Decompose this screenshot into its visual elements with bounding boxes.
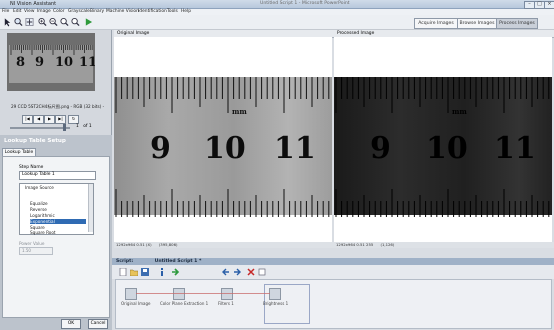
setup-body	[2, 156, 110, 318]
first-image-button[interactable]: |◀	[22, 115, 33, 124]
previous-image-button[interactable]: ◀	[33, 115, 44, 124]
ruler-digit: 9	[370, 131, 391, 166]
ruler-digit: 9	[150, 131, 171, 166]
page-indicator: 1 of 1	[76, 124, 92, 129]
original-top-ticks	[115, 77, 330, 113]
lookup-function-list[interactable]: Image Source Equalize Reverse Logarithmi…	[19, 183, 94, 235]
ruler-digit: 10	[204, 131, 246, 166]
list-item[interactable]: Square Root	[30, 230, 56, 235]
page-of: of 1	[83, 124, 92, 129]
power-value-label: Power Value	[19, 241, 45, 246]
script-name: Untitled Script 1 *	[154, 259, 202, 264]
ruler-digit: 11	[274, 131, 316, 166]
list-item[interactable]: Logarithmic	[30, 213, 55, 218]
ruler-digit: 11	[494, 131, 536, 166]
script-toolbar	[112, 265, 554, 279]
edit-step-icon[interactable]	[258, 268, 266, 276]
ok-button[interactable]: OK	[61, 319, 81, 329]
selection-tool-icon[interactable]	[3, 17, 12, 27]
move-right-icon[interactable]	[233, 268, 241, 276]
zoom-in-icon[interactable]	[38, 17, 47, 27]
processed-image-info: 1292x964 0.51 255	[336, 242, 374, 247]
image-slider-track[interactable]	[10, 127, 70, 129]
info-icon[interactable]	[158, 268, 166, 276]
window-center-title: Untitled Script 1 - Microsoft PowerPoint	[260, 1, 350, 6]
zoom-fit-icon[interactable]	[60, 17, 69, 27]
cancel-button[interactable]: Cancel	[88, 319, 108, 329]
lookup-table-setup-panel: Lookup Table Setup Lookup Table Step Nam…	[0, 135, 112, 330]
last-image-button[interactable]: ▶|	[55, 115, 66, 124]
list-item-selected[interactable]: Exponential	[30, 219, 55, 224]
original-cursor-position: (395,806)	[158, 242, 178, 247]
toolbar: Acquire Images Browse Images Process Ima…	[0, 15, 554, 30]
original-image-info: 1292x964 0.51 (X)	[116, 242, 152, 247]
page-number: 1	[76, 124, 79, 129]
step-label: Original Image	[121, 301, 151, 306]
next-image-button[interactable]: ▶	[44, 115, 55, 124]
image-thumbnail[interactable]: 8 9 10 11	[7, 33, 95, 91]
processed-image-status: 1292x964 0.51 255 (1,126)	[334, 242, 554, 248]
list-item[interactable]: Reverse	[30, 207, 47, 212]
zoom-out-icon[interactable]	[49, 17, 58, 27]
step-name-field[interactable]: Lookup Table 1	[19, 171, 96, 180]
thumbnail-digit: 10	[55, 55, 74, 70]
tab-process-images[interactable]: Process Images	[496, 18, 538, 29]
step-name-label: Step Name	[19, 165, 44, 170]
left-panel: 8 9 10 11 29 CCD 5ST2CH4标尺图.png - RGB (3…	[0, 30, 112, 330]
list-item[interactable]: Image Source	[25, 185, 54, 190]
image-slider-thumb[interactable]	[63, 124, 66, 131]
pan-tool-icon[interactable]	[25, 17, 34, 27]
setup-title: Lookup Table Setup	[4, 138, 66, 144]
thumbnail-ruler-ticks	[10, 45, 93, 55]
original-image-status: 1292x964 0.51 (X) (395,806)	[114, 242, 334, 248]
thumbnail-digit: 9	[35, 55, 45, 70]
ruler-digit: 10	[426, 131, 468, 166]
delete-step-icon[interactable]	[247, 268, 255, 276]
processed-bottom-ticks	[335, 189, 550, 217]
processed-cursor-position: (1,126)	[380, 242, 395, 247]
save-script-icon[interactable]	[141, 268, 149, 276]
tab-acquire-images[interactable]: Acquire Images	[414, 18, 458, 29]
thumbnail-digit: 8	[16, 55, 26, 70]
script-label: Script:	[116, 259, 134, 264]
step-label: Color Plane Extraction 1	[160, 301, 209, 306]
open-script-icon[interactable]	[130, 268, 138, 276]
move-left-icon[interactable]	[222, 268, 230, 276]
list-scrollbar[interactable]	[88, 184, 93, 232]
script-title-bar: Script: Untitled Script 1 *	[112, 258, 554, 265]
list-item[interactable]: Equalize	[30, 201, 48, 206]
zoom-tool-icon[interactable]	[14, 17, 23, 27]
tab-browse-images[interactable]: Browse Images	[457, 18, 497, 29]
processed-image-view[interactable]: mm 9 10 11	[334, 37, 552, 242]
title-bar: NI Vision Assistant Untitled Script 1 - …	[0, 0, 554, 9]
step-label: Brightness 1	[263, 301, 289, 306]
ruler-unit: mm	[232, 107, 247, 116]
step-label: Filters 1	[218, 301, 234, 306]
original-image-view[interactable]: mm 9 10 11	[114, 37, 332, 242]
script-step-brightness[interactable]	[269, 288, 281, 300]
zoom-actual-icon[interactable]	[71, 17, 80, 27]
script-connector	[136, 293, 270, 294]
processed-top-ticks	[335, 77, 550, 113]
loop-button[interactable]: ↻	[68, 115, 79, 124]
ruler-unit: mm	[452, 107, 467, 116]
thumbnail-caption: 29 CCD 5ST2CH4标尺图.png - RGB (32 bits) -	[11, 104, 105, 109]
close-button[interactable]: ×	[544, 1, 554, 9]
run-once-icon[interactable]	[84, 17, 93, 27]
power-value-field[interactable]: 1.50	[19, 247, 53, 255]
window-title: NI Vision Assistant	[10, 1, 57, 7]
run-script-icon[interactable]	[172, 268, 180, 276]
original-bottom-ticks	[115, 189, 330, 217]
new-script-icon[interactable]	[119, 268, 127, 276]
thumbnail-digit: 11	[79, 55, 95, 70]
